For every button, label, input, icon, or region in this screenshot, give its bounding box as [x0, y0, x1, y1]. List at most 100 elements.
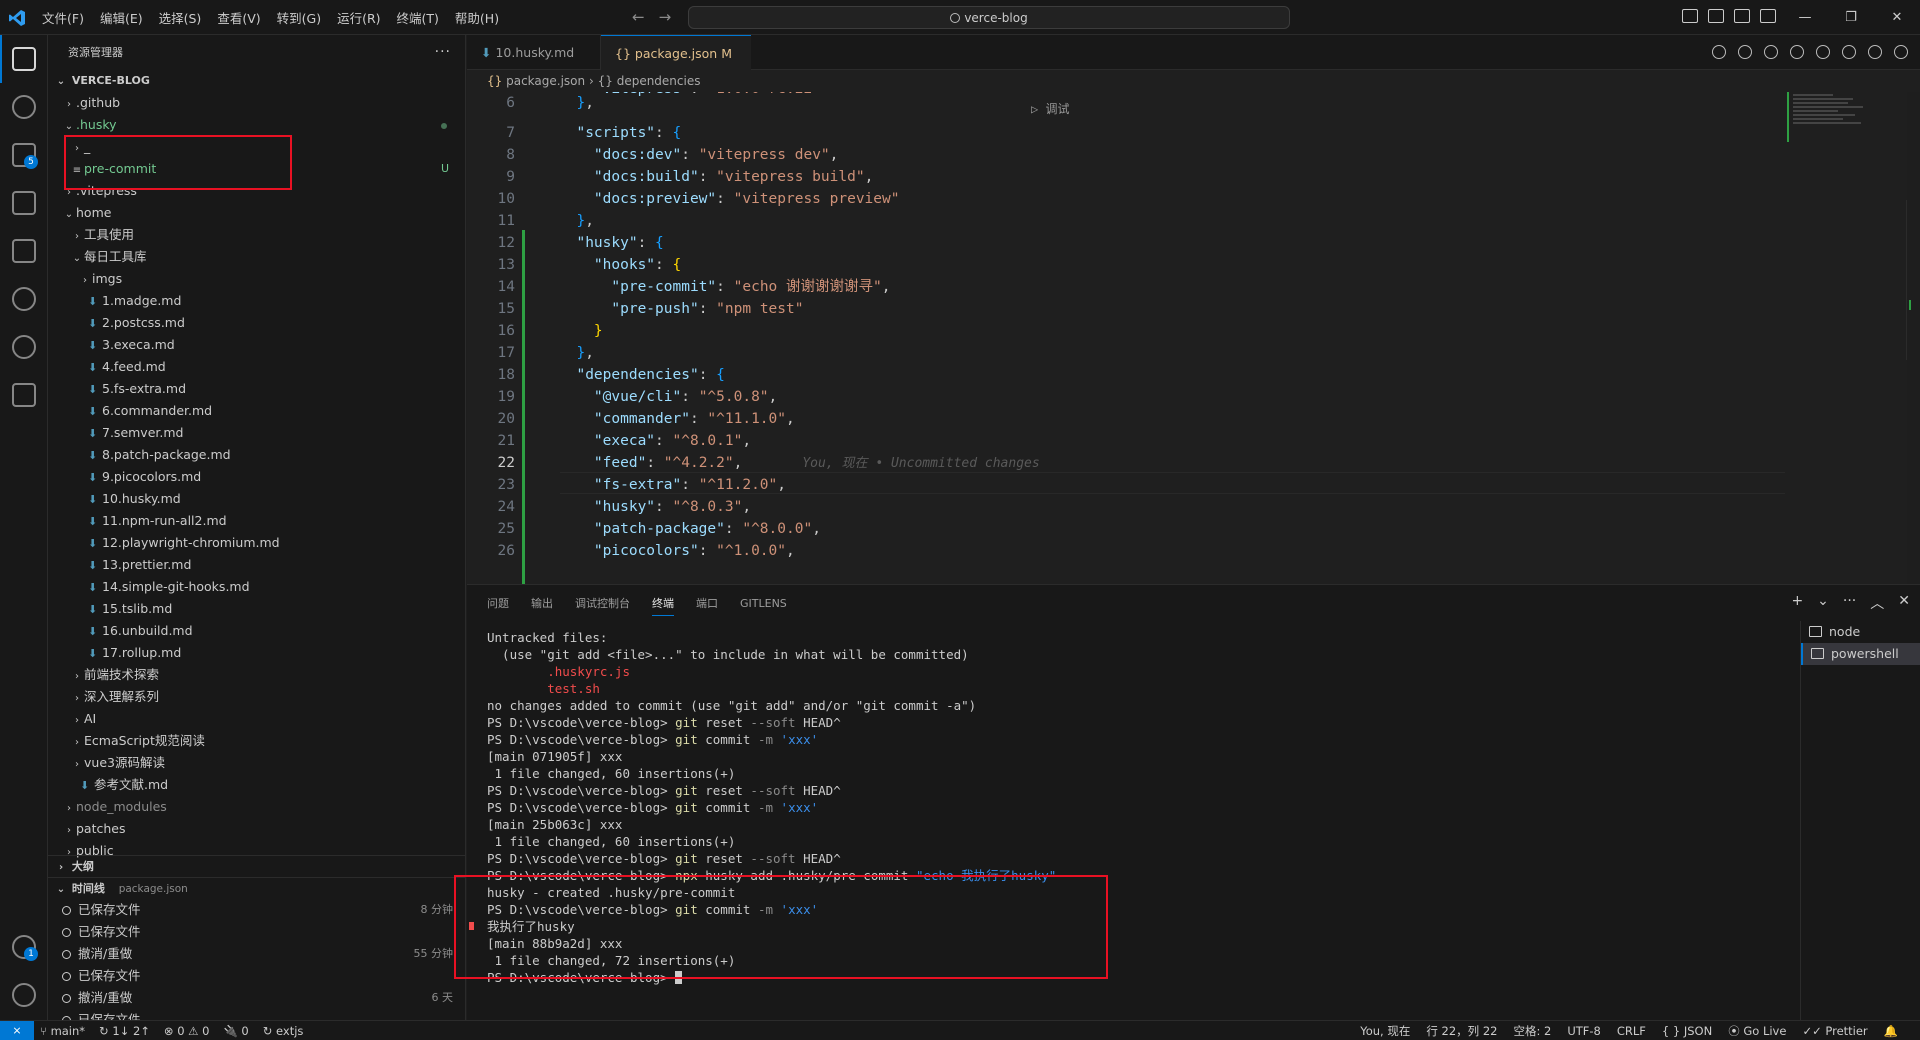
menu-item[interactable]: 编辑(E) — [92, 8, 151, 27]
menu-item[interactable]: 运行(R) — [329, 8, 388, 27]
panel-tab[interactable]: 端口 — [696, 595, 718, 611]
tree-folder[interactable]: › .github — [48, 92, 465, 114]
tree-folder[interactable]: ⌄ 每日工具库 — [48, 246, 465, 268]
tree-folder[interactable]: ⌄ .husky — [48, 114, 465, 136]
indentation-status[interactable]: 空格: 2 — [1513, 1021, 1551, 1040]
more-panel-actions-icon[interactable]: ··· — [1843, 593, 1856, 613]
terminal-instance[interactable]: powershell — [1801, 643, 1920, 665]
menu-item[interactable]: 帮助(H) — [447, 8, 507, 27]
back-arrow-icon[interactable]: ← — [632, 8, 645, 26]
tree-file[interactable]: ⬇ 11.npm-run-all2.md — [48, 510, 465, 532]
tree-file[interactable]: ⬇ 5.fs-extra.md — [48, 378, 465, 400]
accounts-icon[interactable]: 1 — [0, 923, 48, 971]
tree-file[interactable]: ⬇ 1.madge.md — [48, 290, 465, 312]
maximize-panel-icon[interactable]: ︿ — [1870, 593, 1884, 613]
tree-folder[interactable]: › 工具使用 — [48, 224, 465, 246]
sync-status[interactable]: ↻ 1↓ 2↑ — [99, 1021, 150, 1040]
menu-item[interactable]: 文件(F) — [34, 8, 92, 27]
codelens-debug[interactable]: ▷ 调试 — [1031, 100, 1069, 117]
customize-layout-icon[interactable] — [1760, 9, 1776, 23]
tree-folder[interactable]: › AI — [48, 708, 465, 730]
restore-button[interactable]: ❐ — [1828, 0, 1874, 35]
tree-file[interactable]: ⬇ 8.patch-package.md — [48, 444, 465, 466]
tree-folder[interactable]: › vue3源码解读 — [48, 752, 465, 774]
timeline-section[interactable]: ⌄ 时间线 package.json — [48, 877, 465, 899]
tree-folder[interactable]: › 前端技术探索 — [48, 664, 465, 686]
tree-file[interactable]: ⬇ 7.semver.md — [48, 422, 465, 444]
tree-file[interactable]: ⬇ 4.feed.md — [48, 356, 465, 378]
timeline-item[interactable]: 已保存文件 8 分钟 — [48, 899, 465, 921]
gitlens-inspect-icon[interactable] — [1842, 45, 1856, 59]
next-change-icon[interactable] — [1816, 45, 1830, 59]
workspace-root[interactable]: ⌄ VERCE-BLOG — [48, 70, 465, 92]
close-panel-icon[interactable]: ✕ — [1898, 593, 1910, 613]
blame-status[interactable]: You, 现在 — [1360, 1021, 1410, 1040]
minimap[interactable] — [1793, 92, 1905, 152]
gitlens-icon[interactable] — [0, 323, 48, 371]
ports-status[interactable]: 🔌 0 — [223, 1021, 248, 1040]
more-actions-icon[interactable] — [1894, 45, 1908, 59]
extension-status[interactable]: ↻ extjs — [263, 1021, 304, 1040]
tree-folder[interactable]: › imgs — [48, 268, 465, 290]
revert-icon[interactable] — [1764, 45, 1778, 59]
panel-tab[interactable]: 终端 — [652, 595, 674, 616]
tab-husky-md[interactable]: ⬇ 10.husky.md — [467, 35, 601, 70]
panel-tab[interactable]: 调试控制台 — [575, 595, 630, 611]
tree-folder[interactable]: › patches — [48, 818, 465, 840]
prettier-status[interactable]: ✓✓ Prettier — [1802, 1021, 1867, 1040]
tree-file[interactable]: ⬇ 10.husky.md — [48, 488, 465, 510]
menu-item[interactable]: 查看(V) — [209, 8, 268, 27]
toggle-primary-sidebar-icon[interactable] — [1682, 9, 1698, 23]
search-icon[interactable] — [0, 83, 48, 131]
eol-status[interactable]: CRLF — [1617, 1021, 1646, 1040]
cursor-position[interactable]: 行 22，列 22 — [1426, 1021, 1497, 1040]
tree-folder[interactable]: › EcmaScript规范阅读 — [48, 730, 465, 752]
problems-status[interactable]: ⊗ 0 ⚠ 0 — [164, 1021, 210, 1040]
toggle-panel-icon[interactable] — [1708, 9, 1724, 23]
timeline-item[interactable]: 已保存文件 — [48, 1009, 465, 1020]
tree-file[interactable]: ⬇ 12.playwright-chromium.md — [48, 532, 465, 554]
terminal-instance[interactable]: node — [1801, 621, 1920, 643]
command-center-search[interactable]: verce-blog — [688, 6, 1290, 29]
tree-file[interactable]: ⬇ 6.commander.md — [48, 400, 465, 422]
timeline-item[interactable]: 已保存文件 — [48, 965, 465, 987]
split-editor-icon[interactable] — [1868, 45, 1882, 59]
tree-file[interactable]: ⬇ 2.postcss.md — [48, 312, 465, 334]
tree-folder[interactable]: › node_modules — [48, 796, 465, 818]
close-window-button[interactable]: ✕ — [1874, 0, 1920, 35]
tree-file[interactable]: ⬇ 15.tslib.md — [48, 598, 465, 620]
tree-file[interactable]: ⬇ 13.prettier.md — [48, 554, 465, 576]
new-terminal-button[interactable]: + — [1791, 593, 1803, 613]
git-graph-icon[interactable] — [0, 275, 48, 323]
tree-file[interactable]: ⬇ 14.simple-git-hooks.md — [48, 576, 465, 598]
previous-change-icon[interactable] — [1790, 45, 1804, 59]
timeline-item[interactable]: 已保存文件 — [48, 921, 465, 943]
source-control-icon[interactable]: 5 — [0, 131, 48, 179]
tree-folder[interactable]: › 深入理解系列 — [48, 686, 465, 708]
go-live-button[interactable]: ⦿ Go Live — [1728, 1021, 1786, 1040]
remote-explorer-icon[interactable] — [0, 371, 48, 419]
timeline-item[interactable]: 撤消/重做 55 分钟 — [48, 943, 465, 965]
tree-file[interactable]: ⬇ 16.unbuild.md — [48, 620, 465, 642]
panel-tab[interactable]: 问题 — [487, 595, 509, 611]
minimize-button[interactable]: — — [1782, 0, 1828, 35]
tree-file[interactable]: ⬇ 17.rollup.md — [48, 642, 465, 664]
notifications-bell-icon[interactable]: 🔔 — [1884, 1021, 1898, 1040]
settings-gear-icon[interactable] — [0, 971, 48, 1019]
branch-status[interactable]: ⑂ main* — [40, 1021, 85, 1040]
explorer-icon[interactable] — [0, 35, 48, 83]
more-actions-icon[interactable]: ··· — [435, 35, 451, 70]
breadcrumb-node[interactable]: dependencies — [617, 74, 701, 88]
run-debug-icon[interactable] — [0, 179, 48, 227]
remote-indicator-icon[interactable]: ⨯ — [0, 1021, 34, 1040]
compare-changes-icon[interactable] — [1738, 45, 1752, 59]
panel-tab[interactable]: 输出 — [531, 595, 553, 611]
language-mode[interactable]: { } JSON — [1662, 1021, 1712, 1040]
menu-item[interactable]: 转到(G) — [269, 8, 329, 27]
timeline-history-icon[interactable] — [1712, 45, 1726, 59]
forward-arrow-icon[interactable]: → — [659, 8, 672, 26]
timeline-item[interactable]: 撤消/重做 6 天 — [48, 987, 465, 1009]
breadcrumb-file[interactable]: package.json — [506, 74, 585, 88]
tree-file[interactable]: ⬇ 参考文献.md — [48, 774, 465, 796]
encoding-status[interactable]: UTF-8 — [1567, 1021, 1601, 1040]
